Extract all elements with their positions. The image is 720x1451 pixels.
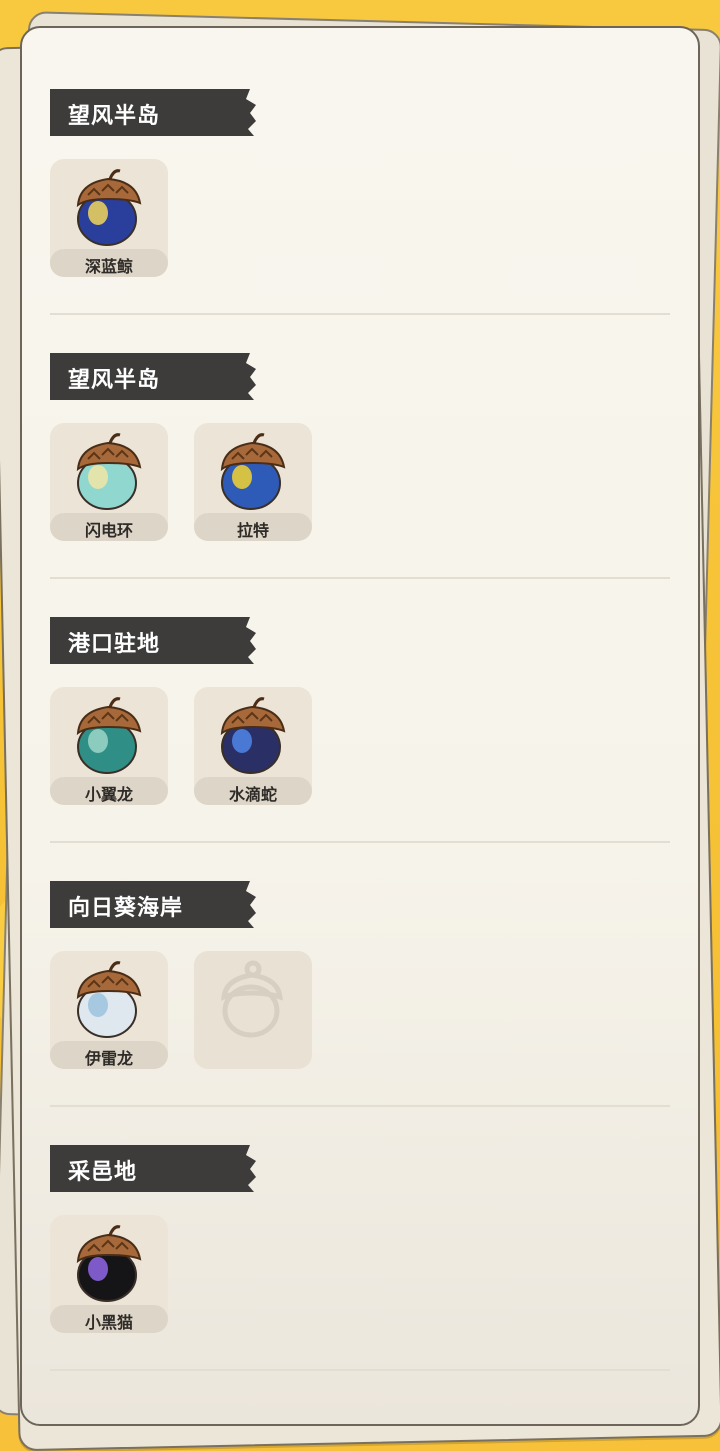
section-divider xyxy=(50,1369,670,1371)
acorn-icon xyxy=(218,693,288,775)
collectible-item[interactable]: 小翼龙 xyxy=(50,687,168,805)
item-name: 闪电环 xyxy=(84,523,133,540)
collectible-item[interactable]: 拉特 xyxy=(194,423,312,541)
region-header: 望风半岛 xyxy=(50,353,256,400)
section-divider xyxy=(50,577,670,579)
item-name: 拉特 xyxy=(236,523,269,540)
region-header: 向日葵海岸 xyxy=(50,881,256,928)
acorn-icon xyxy=(74,693,144,775)
item-label-pill: 深蓝鲸 xyxy=(50,249,168,277)
region-title: 向日葵海岸 xyxy=(68,895,184,920)
collectible-item[interactable]: 伊雷龙 xyxy=(50,951,168,1069)
region-header: 望风半岛 xyxy=(50,89,256,136)
region-title: 望风半岛 xyxy=(68,103,161,128)
region-title: 望风半岛 xyxy=(68,367,161,392)
item-label-pill: 闪电环 xyxy=(50,513,168,541)
collectible-item[interactable]: 小黑猫 xyxy=(50,1215,168,1333)
collectible-item[interactable]: 水滴蛇 xyxy=(194,687,312,805)
acorn-icon xyxy=(74,165,144,247)
section-divider xyxy=(50,841,670,843)
region-header: 采邑地 xyxy=(50,1145,256,1192)
item-name: 深蓝鲸 xyxy=(84,259,133,276)
item-label-pill: 小翼龙 xyxy=(50,777,168,805)
item-label-pill: 小黑猫 xyxy=(50,1305,168,1333)
item-label-pill: 伊雷龙 xyxy=(50,1041,168,1069)
item-name: 水滴蛇 xyxy=(228,787,277,804)
item-label-pill: 水滴蛇 xyxy=(194,777,312,805)
collectible-item[interactable]: 深蓝鲸 xyxy=(50,159,168,277)
item-name: 小黑猫 xyxy=(84,1315,133,1332)
acorn-icon xyxy=(74,957,144,1039)
section-divider xyxy=(50,1105,670,1107)
item-name: 伊雷龙 xyxy=(84,1051,133,1068)
region-title: 港口驻地 xyxy=(68,631,161,656)
acorn-outline-icon xyxy=(218,957,288,1039)
collectible-item[interactable]: 闪电环 xyxy=(50,423,168,541)
item-label-pill: 拉特 xyxy=(194,513,312,541)
item-name: 小翼龙 xyxy=(84,787,133,804)
locked-slot[interactable] xyxy=(194,951,312,1069)
acorn-icon xyxy=(74,1221,144,1303)
acorn-icon xyxy=(74,429,144,511)
section-divider xyxy=(50,313,670,315)
region-header: 港口驻地 xyxy=(50,617,256,664)
acorn-icon xyxy=(218,429,288,511)
region-title: 采邑地 xyxy=(68,1159,138,1184)
